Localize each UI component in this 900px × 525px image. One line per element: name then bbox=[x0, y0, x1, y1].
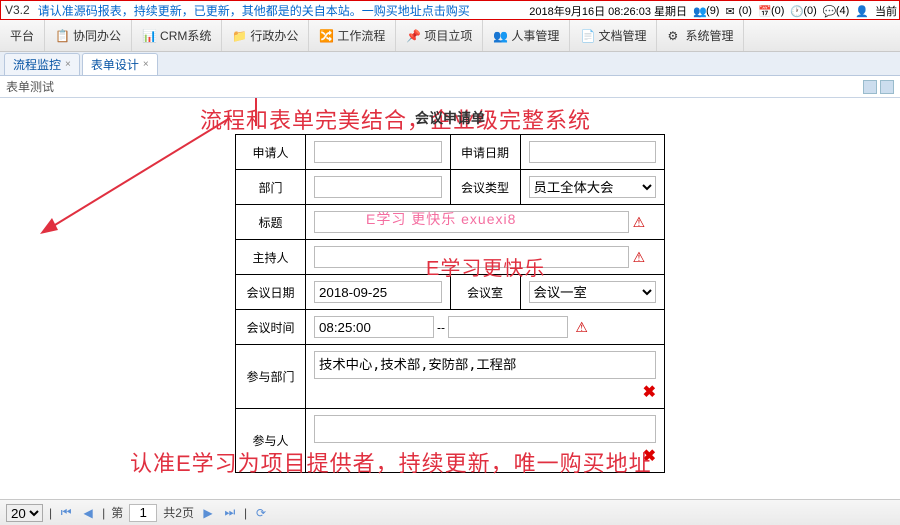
label-meet-date: 会议日期 bbox=[236, 275, 306, 310]
page-input[interactable] bbox=[129, 504, 157, 522]
project-icon: 📌 bbox=[406, 29, 420, 43]
host-input[interactable] bbox=[314, 246, 629, 268]
nav-workflow[interactable]: 🔀工作流程 bbox=[309, 20, 396, 51]
label-meet-type: 会议类型 bbox=[450, 170, 520, 205]
crm-icon: 📊 bbox=[142, 29, 156, 43]
nav-system[interactable]: ⚙系统管理 bbox=[657, 20, 744, 51]
label-meet-room: 会议室 bbox=[450, 275, 520, 310]
meet-room-select[interactable]: 会议一室 bbox=[529, 281, 657, 303]
meet-date-input[interactable] bbox=[314, 281, 442, 303]
nav-hr[interactable]: 👥人事管理 bbox=[483, 20, 570, 51]
stat-clock[interactable]: 🕐(0) bbox=[790, 5, 816, 17]
stat-mail[interactable]: ✉(0) bbox=[725, 5, 751, 17]
system-icon: ⚙ bbox=[667, 29, 681, 43]
docs-icon: 📄 bbox=[580, 29, 594, 43]
title-input[interactable] bbox=[314, 211, 629, 233]
page-size-select[interactable]: 20 bbox=[6, 504, 43, 522]
sub-tabs: 流程监控× 表单设计× bbox=[0, 52, 900, 76]
breadcrumb: 表单测试 bbox=[0, 76, 900, 98]
crumb-actions bbox=[863, 80, 894, 94]
warning-icon: ⚠ bbox=[633, 249, 646, 265]
warning-icon: ⚠ bbox=[575, 319, 588, 335]
label-title: 标题 bbox=[236, 205, 306, 240]
delete-icon[interactable]: ✖ bbox=[643, 446, 656, 466]
label-join-person: 参与人 bbox=[236, 409, 306, 473]
nav-oa[interactable]: 📋协同办公 bbox=[45, 20, 132, 51]
total-pages: 共2页 bbox=[163, 504, 194, 521]
label-host: 主持人 bbox=[236, 240, 306, 275]
user-icon-2[interactable]: 👤 bbox=[855, 5, 869, 18]
max-icon[interactable] bbox=[880, 80, 894, 94]
label-dept: 部门 bbox=[236, 170, 306, 205]
close-icon[interactable]: × bbox=[143, 59, 149, 70]
clock-icon: 🕐 bbox=[790, 5, 802, 17]
meet-time-end-input[interactable] bbox=[448, 316, 568, 338]
nav-crm[interactable]: 📊CRM系统 bbox=[132, 20, 222, 51]
datetime: 2018年9月16日 08:26:03 星期日 bbox=[529, 3, 687, 19]
form-container: 会议申请单 申请人 申请日期 部门 会议类型 员工全体大会 标题 ⚠ E学习 更… bbox=[235, 108, 665, 473]
join-dept-textarea[interactable]: 技术中心,技术部,安防部,工程部 bbox=[314, 351, 656, 379]
meet-type-select[interactable]: 员工全体大会 bbox=[529, 176, 657, 198]
stat-chat[interactable]: 💬(4) bbox=[823, 5, 849, 17]
last-page-button[interactable]: ⏭ bbox=[222, 505, 238, 521]
applicant-input[interactable] bbox=[314, 141, 442, 163]
nav-admin[interactable]: 📁行政办公 bbox=[222, 20, 309, 51]
top-bar: V3.2 请认准源码报表，持续更新，已更新，其他都是的关自本站。一购买地址点击购… bbox=[0, 0, 900, 20]
label-meet-time: 会议时间 bbox=[236, 310, 306, 345]
version-label: V3.2 bbox=[5, 3, 30, 17]
hr-icon: 👥 bbox=[493, 29, 507, 43]
arrow-1 bbox=[6, 98, 266, 146]
chat-icon: 💬 bbox=[823, 5, 835, 17]
oa-icon: 📋 bbox=[55, 29, 69, 43]
workflow-icon: 🔀 bbox=[319, 29, 333, 43]
page-label: 第 bbox=[111, 504, 123, 521]
label-join-dept: 参与部门 bbox=[236, 345, 306, 409]
time-sep: -- bbox=[437, 321, 445, 335]
tab-flow-monitor[interactable]: 流程监控× bbox=[4, 53, 80, 75]
nav-platform[interactable]: 平台 bbox=[0, 20, 45, 51]
min-icon[interactable] bbox=[863, 80, 877, 94]
main-nav: 平台 📋协同办公 📊CRM系统 📁行政办公 🔀工作流程 📌项目立项 👥人事管理 … bbox=[0, 20, 900, 52]
prev-page-button[interactable]: ◀ bbox=[80, 505, 96, 521]
join-person-textarea[interactable] bbox=[314, 415, 656, 443]
tab-form-design[interactable]: 表单设计× bbox=[82, 53, 158, 75]
user-icon: 👥 bbox=[693, 5, 705, 17]
next-page-button[interactable]: ▶ bbox=[200, 505, 216, 521]
close-icon[interactable]: × bbox=[65, 59, 71, 70]
admin-icon: 📁 bbox=[232, 29, 246, 43]
sep: | bbox=[49, 506, 52, 520]
pager: 20 | ⏮ ◀ | 第 共2页 ▶ ⏭ | ⟳ bbox=[0, 499, 900, 525]
meet-time-start-input[interactable] bbox=[314, 316, 434, 338]
top-right-status: 2018年9月16日 08:26:03 星期日 👥(9) ✉(0) 📅(0) 🕐… bbox=[529, 3, 897, 19]
mail-icon: ✉ bbox=[725, 5, 737, 17]
delete-icon[interactable]: ✖ bbox=[643, 382, 656, 402]
first-page-button[interactable]: ⏮ bbox=[58, 505, 74, 521]
warning-icon: ⚠ bbox=[633, 214, 646, 230]
refresh-button[interactable]: ⟳ bbox=[253, 505, 269, 521]
stat-users[interactable]: 👥(9) bbox=[693, 5, 719, 17]
calendar-icon: 📅 bbox=[758, 5, 770, 17]
current-label: 当前 bbox=[875, 3, 897, 19]
form-title: 会议申请单 bbox=[235, 108, 665, 128]
nav-project[interactable]: 📌项目立项 bbox=[396, 20, 483, 51]
arrow-2 bbox=[30, 108, 240, 238]
work-area: 流程和表单完美结合，企业级完整系统 https://www.huzhan.com… bbox=[0, 98, 900, 498]
form-table: 申请人 申请日期 部门 会议类型 员工全体大会 标题 ⚠ E学习 更快乐 exu… bbox=[235, 134, 665, 473]
label-applicant: 申请人 bbox=[236, 135, 306, 170]
top-notice[interactable]: 请认准源码报表，持续更新，已更新，其他都是的关自本站。一购买地址点击购买 bbox=[38, 2, 470, 19]
dept-input[interactable] bbox=[314, 176, 442, 198]
sep: | bbox=[244, 506, 247, 520]
nav-docs[interactable]: 📄文档管理 bbox=[570, 20, 657, 51]
label-apply-date: 申请日期 bbox=[450, 135, 520, 170]
sep: | bbox=[102, 506, 105, 520]
crumb-text: 表单测试 bbox=[6, 78, 54, 95]
stat-cal[interactable]: 📅(0) bbox=[758, 5, 784, 17]
apply-date-input[interactable] bbox=[529, 141, 657, 163]
